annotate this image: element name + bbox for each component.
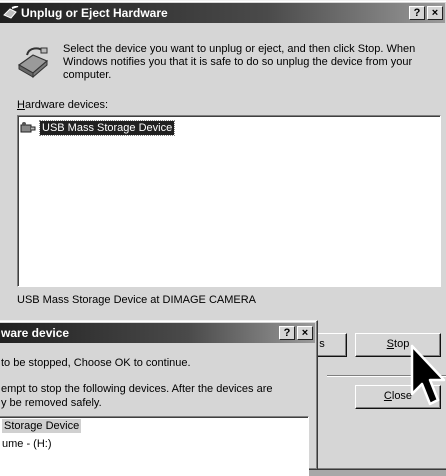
usb-device-icon [20,121,36,135]
window-title: Unplug or Eject Hardware [21,6,168,20]
help-button[interactable]: ? [409,6,425,20]
dialog-help-button[interactable]: ? [279,326,295,340]
mouse-pointer-icon [404,342,446,425]
instructions-text: Select the device you want to unplug or … [63,43,416,81]
dialog-message-line-1: to be stopped, Choose OK to continue. [1,357,191,369]
dialog-title: ware device [1,326,70,340]
dialog-message-line-3: y be removed safely. [1,397,102,409]
dialog-title-bar[interactable]: ware device ? × [0,323,315,343]
dialog-message-line-2: empt to stop the following devices. Afte… [1,383,273,395]
hardware-devices-label: Hardware devices: [17,99,109,111]
eject-hardware-icon [15,45,51,82]
device-name: USB Mass Storage Device [38,120,176,136]
title-bar[interactable]: Unplug or Eject Hardware ? × [0,3,445,23]
window-icon [3,5,19,26]
list-item[interactable]: USB Mass Storage Device [20,120,176,136]
close-button[interactable]: × [427,6,443,20]
dialog-close-button[interactable]: × [297,326,313,340]
list-item[interactable]: ume - (H:) [2,437,52,451]
selected-device-description: USB Mass Storage Device at DIMAGE CAMERA [17,294,257,306]
dialog-device-list[interactable]: Storage Device ume - (H:) [0,416,309,476]
list-item[interactable]: Storage Device [2,419,82,433]
stop-hardware-dialog: ware device ? × to be stopped, Choose OK… [0,320,318,476]
hardware-devices-list[interactable]: USB Mass Storage Device [17,115,441,287]
